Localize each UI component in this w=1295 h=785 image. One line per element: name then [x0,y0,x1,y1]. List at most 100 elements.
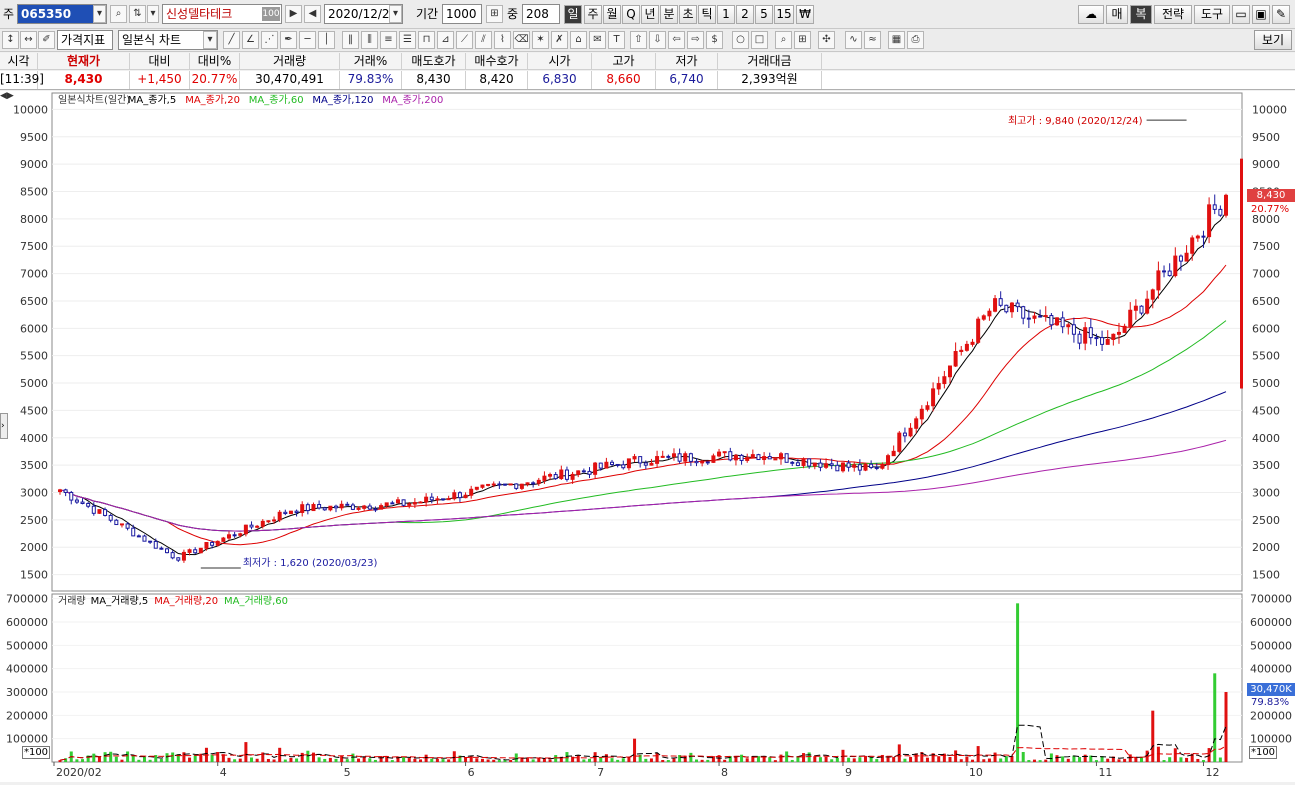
table-icon[interactable]: ⊞ [794,31,811,49]
period-quarter-button[interactable]: Q [622,5,640,24]
period-year-button[interactable]: 년 [641,5,659,24]
tools-button[interactable]: 도구 [1194,5,1230,24]
period-1-button[interactable]: 1 [717,5,735,24]
sort-dropdown-icon[interactable]: ▾ [147,5,159,23]
legend-item: MA_종가,120 [312,94,373,106]
delete-icon[interactable]: ✗ [551,31,568,49]
down-arrow-icon[interactable]: ⇩ [649,31,666,49]
candle-body [863,463,868,471]
settings-icon[interactable]: ⊞ [486,5,503,23]
next-arrow-icon[interactable]: ▶ [285,5,302,23]
price-pct-tag: 20.77% [1251,204,1290,215]
side-expand-icon[interactable]: › [0,413,8,439]
gann-tool-icon[interactable]: ⊿ [437,31,454,49]
chart-type-chevron-down-icon[interactable]: ▾ [203,31,217,49]
chart-svg[interactable]: 1500 2000 2500 3000 3500 4000 4500 5000 5500 6000… [0,91,1295,782]
candle-body [334,505,339,509]
rectangle-icon[interactable]: □ [751,31,768,49]
wave2-icon[interactable]: ≈ [864,31,881,49]
period-second-button[interactable]: 초 [679,5,697,24]
pen-tool-icon[interactable]: ✒ [280,31,297,49]
period-month-button[interactable]: 월 [603,5,621,24]
period-2-button[interactable]: 2 [736,5,754,24]
note-icon[interactable]: ✉ [589,31,606,49]
volume-bar [649,758,653,762]
candle-body [294,510,299,513]
period-input[interactable]: 1000 [442,4,482,24]
sort-icon[interactable]: ⇅ [129,5,146,23]
compound-button[interactable]: 복 [1130,5,1152,24]
cycle-tool-icon[interactable]: ⊓ [418,31,435,49]
circle-icon[interactable]: ○ [732,31,749,49]
strategy-button[interactable]: 전략 [1154,5,1192,24]
left-arrow-icon[interactable]: ⇦ [668,31,685,49]
qh-amount: 거래대금 [718,53,822,69]
vline-tool-icon[interactable]: │ [318,31,335,49]
volume-bar [379,756,383,762]
prev-arrow-icon[interactable]: ◀ [304,5,321,23]
buy-button[interactable]: 매 [1106,5,1128,24]
count-input[interactable]: 208 [522,4,560,24]
zoom-icon[interactable]: ⌕ [775,31,792,49]
right-arrow-icon[interactable]: ⇨ [687,31,704,49]
candle-body [1004,304,1009,313]
view-button[interactable]: 보기 [1254,30,1292,50]
ma20-line [59,264,1227,546]
eraser-icon[interactable]: ⌫ [513,31,530,49]
volume-bar [250,757,254,762]
fan-tool-icon[interactable]: ⋰ [261,31,278,49]
line-tool-icon[interactable]: ╱ [223,31,240,49]
search-icon[interactable]: ⌕ [110,5,127,23]
y-tick-label: 1500 [20,569,48,582]
period-week-button[interactable]: 주 [584,5,602,24]
period-day-button[interactable]: 일 [564,5,582,24]
volume-tick-label: 600000 [1250,616,1292,629]
period-tick-button[interactable]: 틱 [698,5,716,24]
volume-bar [565,752,569,762]
indicator-dropdown[interactable]: 가격지표 [57,30,113,50]
angle-tool-icon[interactable]: ∠ [242,31,259,49]
y-tick-label: 2000 [20,541,48,554]
legend-item: MA_종가,60 [249,94,304,106]
dollar-icon[interactable]: $ [706,31,723,49]
date-dropdown-icon[interactable]: ▾ [389,5,402,23]
magic-icon[interactable]: ✶ [532,31,549,49]
image-icon[interactable]: ▦ [888,31,905,49]
period-15-button[interactable]: 15 [774,5,794,24]
ruler-tool-icon[interactable]: ⌇ [494,31,511,49]
horizontal-arrow-icon[interactable]: ↔ [20,31,37,49]
collapse-arrows-icon[interactable]: ◀▶ [0,91,16,101]
list-tool-icon[interactable]: ☰ [399,31,416,49]
candle-body [638,456,643,464]
fibo-tool-icon[interactable]: ≡ [380,31,397,49]
period-minute-button[interactable]: 분 [660,5,678,24]
trend-tool-icon[interactable]: ⟋ [456,31,473,49]
tag-icon[interactable]: ⌂ [570,31,587,49]
cloud-icon[interactable]: ☁ [1078,5,1104,24]
candle-body [1100,337,1105,345]
volume-tick-label: 400000 [1250,663,1292,676]
print-icon[interactable]: ⎙ [907,31,924,49]
volume-bar [633,738,637,762]
vertical-arrow-icon[interactable]: ↕ [2,31,19,49]
candle-body [221,537,226,542]
period-custom-icon[interactable]: ₩ [796,5,814,24]
text-icon[interactable]: T [608,31,625,49]
edit-icon[interactable]: ✐ [38,31,55,49]
chart-area[interactable]: 1500 2000 2500 3000 3500 4000 4500 5000 5500 6000… [0,91,1295,782]
crosshair-icon[interactable]: ✣ [818,31,835,49]
wrench-icon[interactable]: ✎ [1272,5,1290,24]
candle-body [345,503,350,506]
period-5-button[interactable]: 5 [755,5,773,24]
wave-icon[interactable]: ∿ [845,31,862,49]
channel-tool-icon[interactable]: ‖ [342,31,359,49]
candle-body [119,523,124,526]
parallel-tool-icon[interactable]: ⫽ [475,31,492,49]
candle-body [1083,327,1088,344]
folder-icon[interactable]: ▭ [1232,5,1250,24]
save-icon[interactable]: ▣ [1252,5,1270,24]
hline-tool-icon[interactable]: ─ [299,31,316,49]
up-arrow-icon[interactable]: ⇧ [630,31,647,49]
code-dropdown-icon[interactable]: ▾ [93,5,106,23]
grid-tool-icon[interactable]: ⫼ [361,31,378,49]
